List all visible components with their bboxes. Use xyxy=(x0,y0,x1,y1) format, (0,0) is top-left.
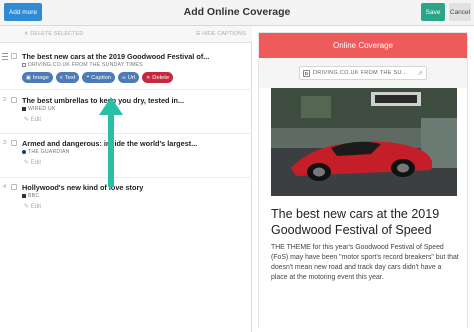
site-logo-icon: D xyxy=(303,69,310,77)
preview-body: D DRIVING.CO.UK FROM THE SU... ⇗ The bes… xyxy=(259,58,467,328)
coverage-list-panel: ✕ DELETE SELECTED ☰ HIDE CAPTIONS The be… xyxy=(0,26,252,332)
item-source: WIRED UK xyxy=(22,106,56,112)
item-checkbox[interactable] xyxy=(11,53,17,59)
article-card: The best new cars at the 2019 Goodwood F… xyxy=(259,88,467,328)
item-title[interactable]: The best new cars at the 2019 Goodwood F… xyxy=(22,52,246,61)
image-icon: ▣ xyxy=(26,74,31,81)
hide-captions-button[interactable]: ☰ HIDE CAPTIONS xyxy=(196,31,246,37)
item-checkbox[interactable] xyxy=(11,97,17,103)
list-toolbar: ✕ DELETE SELECTED ☰ HIDE CAPTIONS xyxy=(0,26,252,43)
source-url-label: DRIVING.CO.UK FROM THE SU... xyxy=(313,70,408,76)
hide-captions-label: HIDE CAPTIONS xyxy=(202,31,246,37)
pencil-icon: ✎ xyxy=(24,204,30,210)
top-bar: Add more Add Online Coverage Save Cancel xyxy=(0,0,474,26)
delete-button[interactable]: ✕ Delete xyxy=(142,72,174,83)
list-item[interactable]: 2 The best umbrellas to keep you dry, te… xyxy=(0,90,252,134)
close-icon: ✕ xyxy=(146,74,151,81)
text-icon: ≡ xyxy=(59,74,63,81)
article-text: THE THEME for this year's Goodwood Festi… xyxy=(271,244,459,281)
save-button[interactable]: Save xyxy=(421,3,445,21)
close-icon: ✕ xyxy=(24,31,29,37)
edit-label: Edit xyxy=(30,204,42,210)
image-label: Image xyxy=(32,74,49,81)
list-icon: ☰ xyxy=(195,31,201,37)
image-button[interactable]: ▣ Image xyxy=(22,72,53,83)
edit-button[interactable]: ✎ Edit xyxy=(24,203,41,210)
preview-panel: Online Coverage D DRIVING.CO.UK FROM THE… xyxy=(258,32,468,328)
item-source-label: DRIVING.CO.UK FROM THE SUNDAY TIMES xyxy=(28,62,143,68)
item-source-label: BBC xyxy=(28,193,40,199)
caption-button[interactable]: ❝ Caption xyxy=(82,72,116,83)
list-item[interactable]: The best new cars at the 2019 Goodwood F… xyxy=(0,44,252,90)
item-number: 3 xyxy=(3,140,7,146)
item-source: THE GUARDIAN xyxy=(22,149,70,155)
text-label: Text xyxy=(64,74,76,81)
drag-handle-icon[interactable] xyxy=(2,53,8,60)
article-title: The best new cars at the 2019 Goodwood F… xyxy=(271,207,440,237)
up-arrow-icon xyxy=(99,97,123,187)
pencil-icon: ✎ xyxy=(24,160,30,166)
url-button[interactable]: ∞ Url xyxy=(118,72,140,83)
external-link-icon: ⇗ xyxy=(417,71,423,77)
item-source-label: THE GUARDIAN xyxy=(28,149,70,155)
edit-label: Edit xyxy=(30,160,42,166)
article-image xyxy=(271,88,457,196)
item-source-label: WIRED UK xyxy=(28,106,56,112)
edit-button[interactable]: ✎ Edit xyxy=(24,159,41,166)
list-item[interactable]: 4 Hollywood's new kind of love story BBC… xyxy=(0,178,252,222)
url-label: Url xyxy=(127,74,136,81)
item-source: DRIVING.CO.UK FROM THE SUNDAY TIMES xyxy=(22,62,143,68)
source-url-link[interactable]: D DRIVING.CO.UK FROM THE SU... ⇗ xyxy=(299,66,427,80)
item-title[interactable]: Hollywood's new kind of love story xyxy=(22,183,246,192)
delete-selected-label: DELETE SELECTED xyxy=(30,31,84,37)
item-number: 2 xyxy=(3,97,7,103)
link-icon: ∞ xyxy=(122,74,126,81)
cancel-button[interactable]: Cancel xyxy=(449,3,471,21)
item-title[interactable]: The best umbrellas to keep you dry, test… xyxy=(22,96,246,105)
item-checkbox[interactable] xyxy=(11,184,17,190)
caption-label: Caption xyxy=(91,74,112,81)
source-icon xyxy=(22,193,26,198)
pencil-icon: ✎ xyxy=(24,117,30,123)
edit-label: Edit xyxy=(30,117,42,123)
delete-selected-button[interactable]: ✕ DELETE SELECTED xyxy=(24,31,83,37)
edit-button[interactable]: ✎ Edit xyxy=(24,116,41,123)
item-checkbox[interactable] xyxy=(11,140,17,146)
item-source: BBC xyxy=(22,193,39,199)
item-actions: ▣ Image ≡ Text ❝ Caption ∞ Url ✕ Delete xyxy=(22,72,174,83)
item-number: 4 xyxy=(3,184,7,190)
page-title: Add Online Coverage xyxy=(183,6,291,18)
source-icon xyxy=(22,106,26,111)
list-item[interactable]: 3 Armed and dangerous: inside the world'… xyxy=(0,134,252,178)
item-title[interactable]: Armed and dangerous: inside the world's … xyxy=(22,139,246,148)
preview-header: Online Coverage xyxy=(259,33,467,58)
source-icon xyxy=(22,149,26,154)
text-button[interactable]: ≡ Text xyxy=(55,72,80,83)
source-icon xyxy=(22,62,26,67)
delete-label: Delete xyxy=(152,74,170,81)
quote-icon: ❝ xyxy=(86,74,90,81)
